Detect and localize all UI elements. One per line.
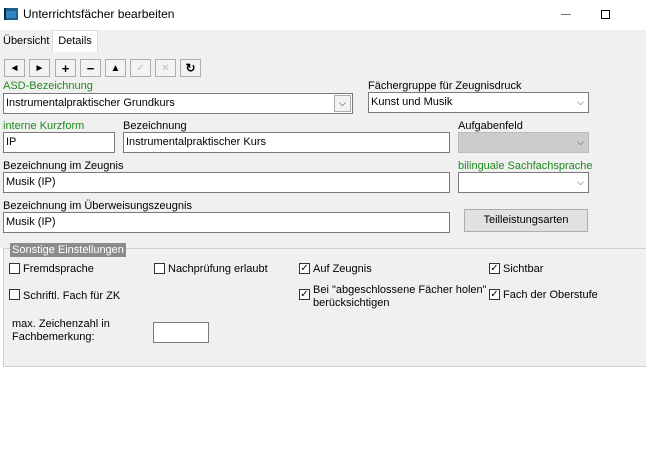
auf-zeugnis-checkbox[interactable]: ✓ (299, 263, 310, 274)
delete-button[interactable]: − (80, 59, 101, 77)
arrow-left-icon: ◄ (9, 62, 20, 74)
cancel-icon: ✕ (161, 62, 170, 74)
chevron-down-icon: ⌵ (577, 137, 584, 147)
kurzform-input[interactable]: IP (3, 132, 115, 153)
nachpruefung-checkbox[interactable] (154, 263, 165, 274)
faechergruppe-value: Kunst und Musik (371, 96, 453, 108)
move-up-button[interactable]: ▲ (105, 59, 126, 77)
check-icon: ✓ (300, 289, 309, 300)
nachpruefung-label: Nachprüfung erlaubt (168, 263, 268, 275)
previous-button[interactable]: ◄ (4, 59, 25, 77)
bilingual-label: bilinguale Sachfachsprache (458, 160, 593, 172)
max-chars-input[interactable] (153, 322, 209, 343)
aufgabenfeld-label: Aufgabenfeld (458, 120, 523, 132)
ueberweisung-input[interactable]: Musik (IP) (3, 212, 450, 233)
asd-value: Instrumentalpraktischer Grundkurs (6, 97, 175, 109)
refresh-icon: ↻ (185, 61, 196, 75)
auf-zeugnis-label: Auf Zeugnis (313, 263, 372, 275)
teilleistungsarten-button[interactable]: Teilleistungsarten (464, 209, 588, 232)
plus-icon: + (61, 60, 70, 76)
zeugnis-label: Bezeichnung im Zeugnis (3, 160, 124, 172)
abgeschlossene-faecher-label-line1: Bei "abgeschlossene Fächer holen" (313, 284, 487, 296)
check-icon: ✓ (300, 263, 309, 274)
tab-details[interactable]: Details (52, 30, 98, 54)
next-button[interactable]: ► (29, 59, 50, 77)
asd-label: ASD-Bezeichnung (3, 80, 93, 92)
fremdsprache-label: Fremdsprache (23, 263, 94, 275)
maximize-button[interactable] (596, 4, 616, 24)
abgeschlossene-faecher-checkbox[interactable]: ✓ (299, 289, 310, 300)
zeugnis-input[interactable]: Musik (IP) (3, 172, 450, 193)
aufgabenfeld-select[interactable]: ⌵ (458, 132, 589, 153)
check-icon: ✓ (490, 263, 499, 274)
fremdsprache-checkbox[interactable] (9, 263, 20, 274)
chevron-down-icon: ⌵ (577, 97, 584, 107)
window-title: Unterrichtsfächer bearbeiten (23, 7, 175, 21)
tab-overview[interactable]: Übersicht (0, 31, 52, 51)
sichtbar-label: Sichtbar (503, 263, 544, 275)
bezeichnung-input[interactable]: Instrumentalpraktischer Kurs (123, 132, 450, 153)
schriftl-fach-label: Schriftl. Fach für ZK (23, 290, 121, 302)
bezeichnung-label: Bezeichnung (123, 120, 187, 132)
asd-select[interactable]: Instrumentalpraktischer Grundkurs ⌵ (3, 93, 353, 114)
max-chars-label-line2: Fachbemerkung: (12, 331, 95, 343)
app-icon (4, 8, 18, 20)
oberstufe-checkbox[interactable]: ✓ (489, 289, 500, 300)
max-chars-label-line1: max. Zeichenzahl in (12, 318, 110, 330)
chevron-down-icon: ⌵ (334, 95, 351, 112)
oberstufe-label: Fach der Oberstufe (503, 289, 598, 301)
faechergruppe-select[interactable]: Kunst und Musik ⌵ (368, 92, 589, 113)
cancel-button[interactable]: ✕ (155, 59, 176, 77)
check-icon: ✓ (490, 289, 499, 300)
refresh-button[interactable]: ↻ (180, 59, 201, 77)
maximize-icon (601, 10, 610, 19)
arrow-up-icon: ▲ (110, 62, 121, 74)
settings-legend: Sonstige Einstellungen (10, 243, 126, 257)
check-icon: ✓ (136, 62, 145, 74)
minimize-button[interactable] (556, 4, 576, 24)
faechergruppe-label: Fächergruppe für Zeugnisdruck (368, 80, 522, 92)
kurzform-label: interne Kurzform (3, 120, 85, 132)
arrow-right-icon: ► (34, 62, 45, 74)
minus-icon: − (86, 60, 95, 76)
ueberweisung-label: Bezeichnung im Überweisungszeugnis (3, 200, 192, 212)
sichtbar-checkbox[interactable]: ✓ (489, 263, 500, 274)
save-button[interactable]: ✓ (130, 59, 151, 77)
abgeschlossene-faecher-label-line2: berücksichtigen (313, 297, 390, 309)
schriftl-fach-checkbox[interactable] (9, 289, 20, 300)
minimize-icon (561, 14, 571, 15)
chevron-down-icon: ⌵ (577, 177, 584, 187)
bilingual-select[interactable]: ⌵ (458, 172, 589, 193)
add-button[interactable]: + (55, 59, 76, 77)
